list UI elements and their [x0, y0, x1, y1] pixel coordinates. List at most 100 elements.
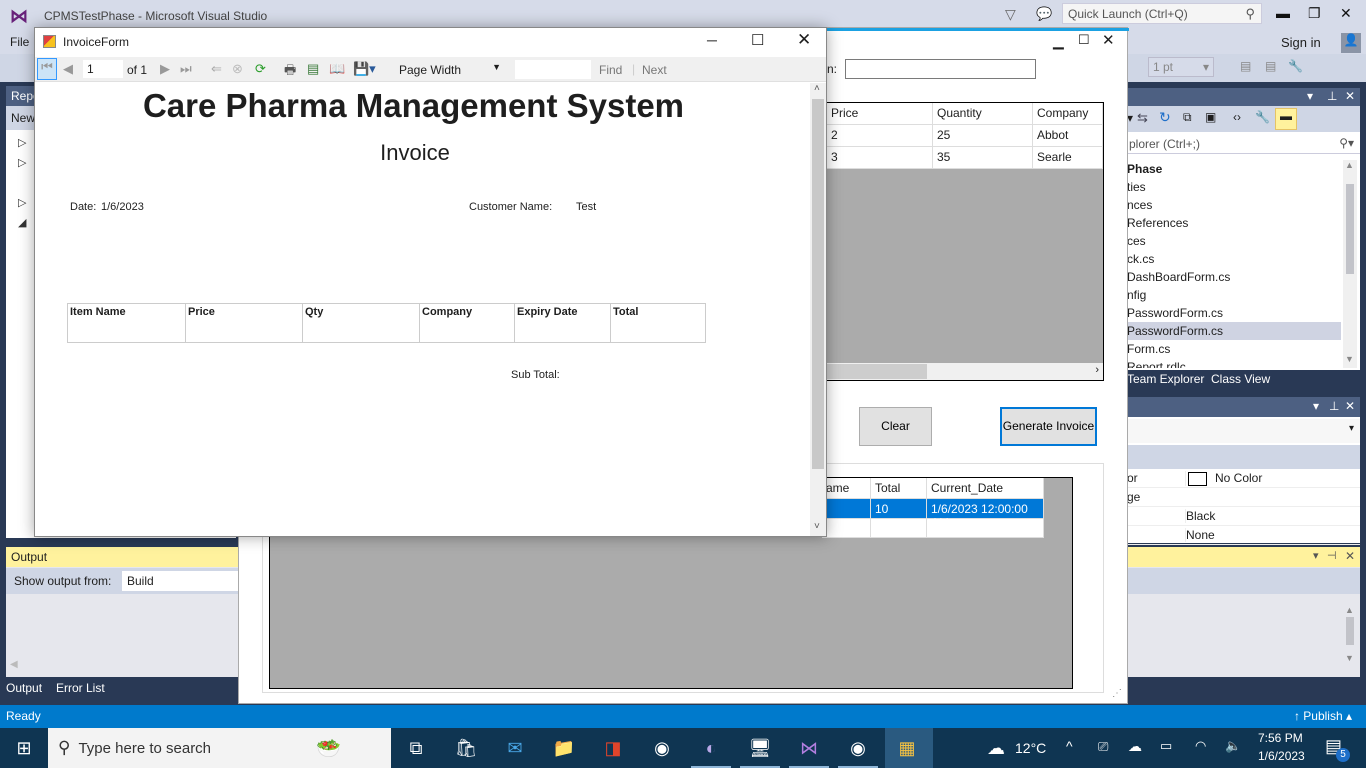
- find-input[interactable]: [515, 60, 591, 79]
- menu-file[interactable]: File: [10, 35, 29, 49]
- chrome-profile-icon[interactable]: ◉: [846, 736, 870, 760]
- vs-minimize-button[interactable]: ▬: [1276, 5, 1290, 21]
- close-button[interactable]: ✕: [1102, 31, 1115, 49]
- column-header-company[interactable]: Company: [1033, 103, 1103, 125]
- report-vertical-scrollbar[interactable]: ˄ ˅: [810, 83, 826, 536]
- windows-start-icon[interactable]: ⊞: [12, 736, 36, 760]
- solution-item[interactable]: ties: [1127, 178, 1341, 196]
- medicine-grid[interactable]: Price Quantity Company 2 25 Abbot 3 35 S…: [826, 102, 1104, 381]
- property-value[interactable]: No Color: [1185, 471, 1262, 486]
- generate-invoice-button[interactable]: Generate Invoice: [1000, 407, 1097, 446]
- horizontal-scrollbar[interactable]: ›: [827, 363, 1103, 380]
- pin-icon[interactable]: ⊣: [1327, 549, 1337, 562]
- grid-cell[interactable]: [871, 519, 927, 538]
- scroll-thumb[interactable]: [827, 364, 927, 379]
- weather-temperature[interactable]: 12°C: [1015, 740, 1046, 756]
- column-header-current-date[interactable]: Current_Date: [927, 478, 1044, 499]
- tree-expander-icon[interactable]: ▷: [18, 156, 26, 169]
- back-icon[interactable]: ⇐: [211, 61, 222, 77]
- wifi-icon[interactable]: ◠: [1195, 738, 1206, 754]
- pin-icon[interactable]: ⊥: [1329, 399, 1339, 413]
- weather-icon[interactable]: ☁: [982, 736, 1010, 760]
- scroll-left-icon[interactable]: ◀: [10, 659, 18, 670]
- scroll-thumb[interactable]: [1346, 184, 1354, 274]
- close-icon[interactable]: ✕: [1345, 549, 1355, 563]
- tab-class-view[interactable]: Class View: [1211, 372, 1270, 386]
- vs-restore-button[interactable]: ❐: [1308, 5, 1321, 22]
- grid-cell[interactable]: Abbot: [1033, 125, 1103, 147]
- remote-desktop-icon[interactable]: 🖥: [748, 736, 772, 760]
- scroll-thumb[interactable]: [1346, 617, 1354, 645]
- grid-cell[interactable]: [822, 519, 871, 538]
- show-output-from-select[interactable]: Build: [122, 571, 238, 591]
- align-icon[interactable]: ▤: [1240, 59, 1251, 73]
- property-row[interactable]: ge: [1127, 488, 1360, 507]
- grid-cell-selected[interactable]: 10: [871, 499, 927, 519]
- grid-cell[interactable]: 3: [827, 147, 933, 169]
- grid-cell[interactable]: 2: [827, 125, 933, 147]
- column-header-name[interactable]: ame: [822, 478, 871, 499]
- refresh-icon[interactable]: ⟳: [255, 61, 266, 77]
- column-header-price[interactable]: Price: [827, 103, 933, 125]
- scroll-up-icon[interactable]: ˄: [814, 83, 820, 94]
- find-link[interactable]: Find: [599, 63, 622, 77]
- close-button[interactable]: ✕: [797, 30, 811, 50]
- sync-icon[interactable]: ⇆: [1137, 110, 1148, 126]
- properties-object-dropdown[interactable]: ▾: [1127, 419, 1360, 443]
- property-value[interactable]: Black: [1185, 509, 1215, 523]
- vs-close-button[interactable]: ✕: [1340, 5, 1352, 22]
- microsoft-store-icon[interactable]: 🛍: [454, 736, 478, 760]
- preview-icon[interactable]: ▬: [1275, 108, 1297, 130]
- solution-item[interactable]: DashBoardForm.cs: [1127, 268, 1341, 286]
- print-icon[interactable]: 🖶: [284, 61, 296, 83]
- sign-in-link[interactable]: Sign in: [1281, 35, 1321, 50]
- dropdown-icon[interactable]: ▾: [1313, 549, 1319, 562]
- scroll-up-icon[interactable]: ▲: [1345, 605, 1354, 615]
- grid-cell-selected[interactable]: [822, 499, 871, 519]
- previous-page-icon[interactable]: ◀: [63, 61, 73, 77]
- scroll-down-icon[interactable]: ▼: [1345, 354, 1354, 364]
- tree-expander-icon[interactable]: ▷: [18, 136, 26, 149]
- solution-item[interactable]: ces: [1127, 232, 1341, 250]
- scroll-up-icon[interactable]: ▲: [1345, 160, 1354, 170]
- zoom-dropdown[interactable]: Page Width ▼: [393, 60, 505, 79]
- maximize-button[interactable]: ☐: [1078, 32, 1090, 48]
- tab-output[interactable]: Output: [6, 681, 42, 695]
- solution-item[interactable]: nfig: [1127, 286, 1341, 304]
- collapse-all-icon[interactable]: ⧉: [1183, 110, 1192, 125]
- publish-button[interactable]: ↑ Publish ▴: [1294, 709, 1352, 723]
- property-row[interactable]: or No Color: [1127, 469, 1360, 488]
- page-setup-icon[interactable]: 📖: [329, 61, 345, 77]
- grid-cell[interactable]: Searle: [1033, 147, 1103, 169]
- account-avatar-icon[interactable]: 👤: [1341, 33, 1361, 53]
- solution-explorer-scrollbar[interactable]: ▲ ▼: [1343, 160, 1357, 368]
- chrome-icon[interactable]: ◉: [650, 736, 674, 760]
- first-page-icon[interactable]: ⏮: [37, 58, 57, 80]
- solution-item[interactable]: Form.cs: [1127, 340, 1341, 358]
- solution-item[interactable]: Phase: [1127, 160, 1341, 178]
- scroll-down-icon[interactable]: ▼: [1345, 653, 1354, 663]
- solution-item-selected[interactable]: PasswordForm.cs: [1127, 322, 1341, 340]
- filter-icon[interactable]: ▽: [1005, 6, 1016, 23]
- search-input[interactable]: [845, 59, 1036, 79]
- close-icon[interactable]: ✕: [1345, 89, 1355, 103]
- app-icon[interactable]: ◐: [699, 736, 723, 760]
- mail-icon[interactable]: ✉: [503, 736, 527, 760]
- show-all-files-icon[interactable]: ▣: [1205, 110, 1216, 124]
- taskbar-search-box[interactable]: ⚲ Type here to search 🥗: [48, 728, 391, 768]
- visual-studio-icon[interactable]: ⋈: [797, 736, 821, 760]
- print-layout-icon[interactable]: ▤: [307, 61, 319, 77]
- properties-icon[interactable]: 🔧: [1255, 110, 1270, 124]
- feedback-icon[interactable]: 💬: [1036, 6, 1052, 22]
- property-row[interactable]: None: [1127, 526, 1360, 545]
- show-hidden-icons[interactable]: ^: [1066, 738, 1073, 754]
- onedrive-icon[interactable]: ☁: [1128, 738, 1142, 755]
- clock-time[interactable]: 7:56 PM: [1258, 731, 1303, 745]
- export-icon[interactable]: 💾▾: [353, 61, 376, 77]
- last-page-icon[interactable]: ⏭: [180, 61, 192, 77]
- align-icon-2[interactable]: ▤: [1265, 59, 1276, 73]
- stop-icon[interactable]: ⊗: [232, 61, 243, 77]
- file-explorer-icon[interactable]: 📁: [552, 736, 576, 760]
- minimize-button[interactable]: ─: [707, 32, 717, 48]
- volume-icon[interactable]: 🔈: [1225, 738, 1241, 754]
